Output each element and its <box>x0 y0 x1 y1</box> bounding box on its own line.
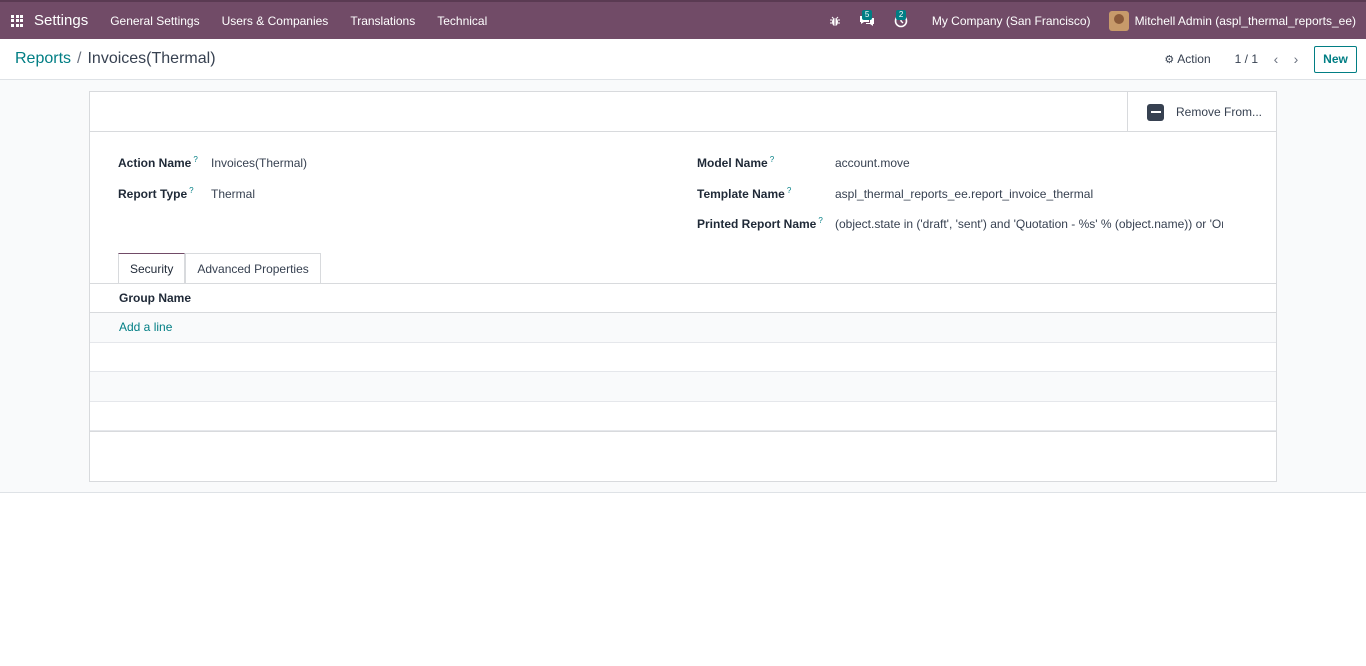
messages-icon[interactable]: 5 <box>850 2 884 39</box>
report-type-field[interactable]: Thermal <box>211 187 255 201</box>
gear-icon: ⚙ <box>1164 53 1175 66</box>
form-content: Remove From... Action Name? Invoices(The… <box>0 80 1366 493</box>
minus-square-icon <box>1147 103 1164 121</box>
printed-report-name-field[interactable]: (object.state in ('draft', 'sent') and '… <box>835 217 1223 231</box>
model-name-label: Model Name? <box>697 155 775 170</box>
breadcrumb-separator: / <box>77 50 82 67</box>
table-row <box>90 372 1276 402</box>
action-menu-button[interactable]: ⚙ Action <box>1164 52 1210 66</box>
model-name-field[interactable]: account.move <box>835 156 910 170</box>
chevron-right-icon[interactable]: › <box>1286 51 1306 67</box>
top-navbar: Settings General Settings Users & Compan… <box>0 0 1366 39</box>
help-icon[interactable]: ? <box>787 186 791 195</box>
pager-value[interactable]: 1 / 1 <box>1235 52 1258 66</box>
action-label: Action <box>1177 52 1211 66</box>
report-type-label: Report Type? <box>118 186 194 201</box>
debug-bug-icon[interactable] <box>820 2 850 39</box>
menu-general-settings[interactable]: General Settings <box>110 14 199 28</box>
systray: 5 2 My Company (San Francisco) Mitchell … <box>820 2 1366 39</box>
template-name-field[interactable]: aspl_thermal_reports_ee.report_invoice_t… <box>835 187 1093 201</box>
chevron-left-icon[interactable]: ‹ <box>1266 51 1286 67</box>
tab-security[interactable]: Security <box>118 253 186 283</box>
menu-translations[interactable]: Translations <box>350 14 415 28</box>
menu-technical[interactable]: Technical <box>437 14 487 28</box>
form-statusbar: Remove From... <box>90 92 1276 132</box>
main-menu: General Settings Users & Companies Trans… <box>110 14 509 28</box>
apps-menu-icon[interactable] <box>0 2 34 39</box>
form-sheet: Remove From... Action Name? Invoices(The… <box>89 91 1277 482</box>
table-footer <box>90 431 1276 432</box>
breadcrumb: Reports / Invoices(Thermal) <box>15 50 216 68</box>
activities-clock-icon[interactable]: 2 <box>884 2 918 39</box>
company-switcher[interactable]: My Company (San Francisco) <box>932 14 1091 28</box>
help-icon[interactable]: ? <box>818 216 822 225</box>
help-icon[interactable]: ? <box>193 155 197 164</box>
new-button[interactable]: New <box>1314 45 1357 73</box>
column-header-group-name[interactable]: Group Name <box>90 284 1276 313</box>
breadcrumb-current: Invoices(Thermal) <box>87 50 216 67</box>
remove-from-context-button[interactable]: Remove From... <box>1127 92 1276 132</box>
table-row <box>90 402 1276 431</box>
user-menu[interactable]: Mitchell Admin (aspl_thermal_reports_ee) <box>1108 10 1356 31</box>
notebook-tabs: Security Advanced Properties <box>118 253 321 283</box>
menu-users-companies[interactable]: Users & Companies <box>222 14 329 28</box>
table-row: Add a line <box>90 313 1276 343</box>
action-name-field[interactable]: Invoices(Thermal) <box>211 156 307 170</box>
template-name-label: Template Name? <box>697 186 792 201</box>
app-brand[interactable]: Settings <box>34 12 88 29</box>
groups-table: Group Name Add a line <box>90 284 1276 432</box>
printed-report-name-label: Printed Report Name? <box>697 216 823 231</box>
remove-from-label: Remove From... <box>1176 105 1263 119</box>
breadcrumb-reports-link[interactable]: Reports <box>15 50 71 68</box>
table-row <box>90 343 1276 372</box>
user-name: Mitchell Admin (aspl_thermal_reports_ee) <box>1134 13 1356 28</box>
tab-advanced-properties[interactable]: Advanced Properties <box>185 253 321 283</box>
help-icon[interactable]: ? <box>770 155 774 164</box>
action-name-label: Action Name? <box>118 155 198 170</box>
control-panel: Reports / Invoices(Thermal) ⚙ Action 1 /… <box>0 39 1366 80</box>
help-icon[interactable]: ? <box>189 186 193 195</box>
user-avatar <box>1108 10 1129 31</box>
activities-count-badge: 2 <box>895 10 907 20</box>
messages-count-badge: 5 <box>861 10 873 20</box>
add-line-link[interactable]: Add a line <box>119 320 172 334</box>
